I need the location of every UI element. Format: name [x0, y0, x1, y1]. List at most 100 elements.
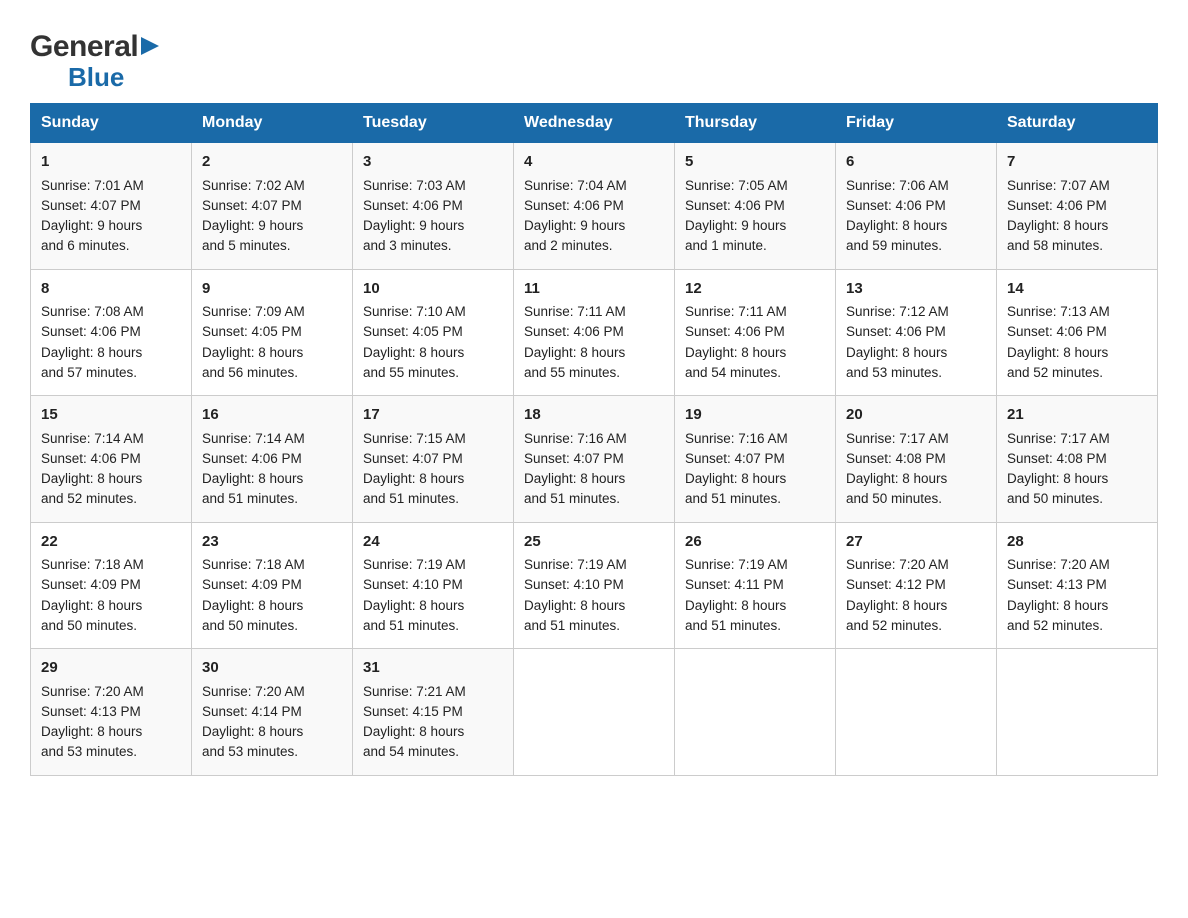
sunset-text: Sunset: 4:15 PM [363, 704, 463, 719]
header-friday: Friday [836, 104, 997, 143]
sunset-text: Sunset: 4:06 PM [524, 198, 624, 213]
sunset-text: Sunset: 4:07 PM [363, 451, 463, 466]
sunrise-text: Sunrise: 7:16 AM [524, 431, 627, 446]
sunset-text: Sunset: 4:08 PM [846, 451, 946, 466]
daylight-text: Daylight: 8 hours [202, 345, 303, 360]
day-number: 15 [41, 404, 181, 427]
calendar-cell: 1Sunrise: 7:01 AMSunset: 4:07 PMDaylight… [31, 143, 192, 270]
daylight-text: Daylight: 9 hours [363, 218, 464, 233]
calendar-cell: 14Sunrise: 7:13 AMSunset: 4:06 PMDayligh… [997, 269, 1158, 396]
daylight-minutes: and 53 minutes. [846, 365, 942, 380]
day-number: 4 [524, 151, 664, 174]
calendar-cell: 29Sunrise: 7:20 AMSunset: 4:13 PMDayligh… [31, 649, 192, 776]
calendar-header-row: SundayMondayTuesdayWednesdayThursdayFrid… [31, 104, 1158, 143]
daylight-text: Daylight: 8 hours [846, 471, 947, 486]
sunrise-text: Sunrise: 7:19 AM [685, 557, 788, 572]
logo-triangle-icon [141, 37, 159, 60]
sunrise-text: Sunrise: 7:02 AM [202, 178, 305, 193]
daylight-text: Daylight: 8 hours [363, 724, 464, 739]
daylight-text: Daylight: 8 hours [363, 471, 464, 486]
calendar-week-1: 1Sunrise: 7:01 AMSunset: 4:07 PMDaylight… [31, 143, 1158, 270]
daylight-text: Daylight: 8 hours [202, 598, 303, 613]
sunrise-text: Sunrise: 7:19 AM [524, 557, 627, 572]
sunset-text: Sunset: 4:09 PM [202, 577, 302, 592]
sunrise-text: Sunrise: 7:12 AM [846, 304, 949, 319]
sunrise-text: Sunrise: 7:08 AM [41, 304, 144, 319]
day-number: 25 [524, 531, 664, 554]
day-number: 22 [41, 531, 181, 554]
calendar-cell [675, 649, 836, 776]
daylight-minutes: and 53 minutes. [202, 744, 298, 759]
daylight-minutes: and 51 minutes. [363, 491, 459, 506]
daylight-minutes: and 1 minute. [685, 238, 767, 253]
daylight-text: Daylight: 9 hours [685, 218, 786, 233]
sunrise-text: Sunrise: 7:13 AM [1007, 304, 1110, 319]
daylight-minutes: and 50 minutes. [846, 491, 942, 506]
calendar-cell [514, 649, 675, 776]
sunrise-text: Sunrise: 7:19 AM [363, 557, 466, 572]
sunset-text: Sunset: 4:06 PM [524, 324, 624, 339]
daylight-text: Daylight: 8 hours [41, 724, 142, 739]
daylight-minutes: and 59 minutes. [846, 238, 942, 253]
daylight-minutes: and 51 minutes. [363, 618, 459, 633]
daylight-minutes: and 3 minutes. [363, 238, 452, 253]
daylight-text: Daylight: 8 hours [41, 345, 142, 360]
day-number: 7 [1007, 151, 1147, 174]
sunrise-text: Sunrise: 7:15 AM [363, 431, 466, 446]
calendar-cell: 8 Sunrise: 7:08 AM Sunset: 4:06 PM Daylight… [31, 269, 192, 396]
sunrise-text: Sunrise: 7:17 AM [1007, 431, 1110, 446]
calendar-cell: 10Sunrise: 7:10 AMSunset: 4:05 PMDayligh… [353, 269, 514, 396]
sunset-text: Sunset: 4:11 PM [685, 577, 784, 592]
sunrise-text: Sunrise: 7:18 AM [202, 557, 305, 572]
daylight-text: Daylight: 8 hours [524, 471, 625, 486]
sunset-text: Sunset: 4:06 PM [685, 198, 785, 213]
day-number: 27 [846, 531, 986, 554]
day-number: 6 [846, 151, 986, 174]
daylight-minutes: and 51 minutes. [685, 618, 781, 633]
sunrise-text: Sunrise: 7:20 AM [41, 684, 144, 699]
sunset-text: Sunset: 4:12 PM [846, 577, 946, 592]
daylight-minutes: and 51 minutes. [685, 491, 781, 506]
daylight-text: Daylight: 9 hours [41, 218, 142, 233]
daylight-text: Daylight: 8 hours [363, 598, 464, 613]
sunset-text: Sunset: 4:06 PM [41, 324, 141, 339]
sunrise-text: Sunrise: 7:20 AM [846, 557, 949, 572]
daylight-minutes: and 5 minutes. [202, 238, 291, 253]
sunset-text: Sunset: 4:06 PM [846, 198, 946, 213]
day-number: 8 [41, 278, 181, 301]
sunset-text: Sunset: 4:13 PM [41, 704, 141, 719]
header-tuesday: Tuesday [353, 104, 514, 143]
calendar-week-2: 8 Sunrise: 7:08 AM Sunset: 4:06 PM Daylight… [31, 269, 1158, 396]
day-number: 10 [363, 278, 503, 301]
sunset-text: Sunset: 4:06 PM [1007, 198, 1107, 213]
calendar-cell: 19Sunrise: 7:16 AMSunset: 4:07 PMDayligh… [675, 396, 836, 523]
calendar-cell: 21Sunrise: 7:17 AMSunset: 4:08 PMDayligh… [997, 396, 1158, 523]
daylight-text: Daylight: 8 hours [1007, 471, 1108, 486]
calendar-week-5: 29Sunrise: 7:20 AMSunset: 4:13 PMDayligh… [31, 649, 1158, 776]
sunset-text: Sunset: 4:07 PM [41, 198, 141, 213]
sunset-text: Sunset: 4:06 PM [41, 451, 141, 466]
calendar-cell [997, 649, 1158, 776]
day-number: 9 [202, 278, 342, 301]
daylight-minutes: and 50 minutes. [1007, 491, 1103, 506]
daylight-text: Daylight: 8 hours [846, 345, 947, 360]
daylight-text: Daylight: 8 hours [685, 471, 786, 486]
calendar-cell: 18Sunrise: 7:16 AMSunset: 4:07 PMDayligh… [514, 396, 675, 523]
sunset-text: Sunset: 4:05 PM [202, 324, 302, 339]
calendar-cell: 16Sunrise: 7:14 AMSunset: 4:06 PMDayligh… [192, 396, 353, 523]
sunrise-text: Sunrise: 7:14 AM [202, 431, 305, 446]
sunset-text: Sunset: 4:05 PM [363, 324, 463, 339]
day-number: 26 [685, 531, 825, 554]
sunrise-text: Sunrise: 7:20 AM [202, 684, 305, 699]
sunset-text: Sunset: 4:10 PM [524, 577, 624, 592]
sunset-text: Sunset: 4:06 PM [685, 324, 785, 339]
daylight-minutes: and 54 minutes. [685, 365, 781, 380]
calendar-cell: 6Sunrise: 7:06 AMSunset: 4:06 PMDaylight… [836, 143, 997, 270]
daylight-text: Daylight: 8 hours [202, 724, 303, 739]
daylight-minutes: and 57 minutes. [41, 365, 137, 380]
calendar-cell: 4Sunrise: 7:04 AMSunset: 4:06 PMDaylight… [514, 143, 675, 270]
calendar-cell: 27Sunrise: 7:20 AMSunset: 4:12 PMDayligh… [836, 522, 997, 649]
day-number: 19 [685, 404, 825, 427]
header-saturday: Saturday [997, 104, 1158, 143]
page-header: General Blue [30, 20, 1158, 93]
